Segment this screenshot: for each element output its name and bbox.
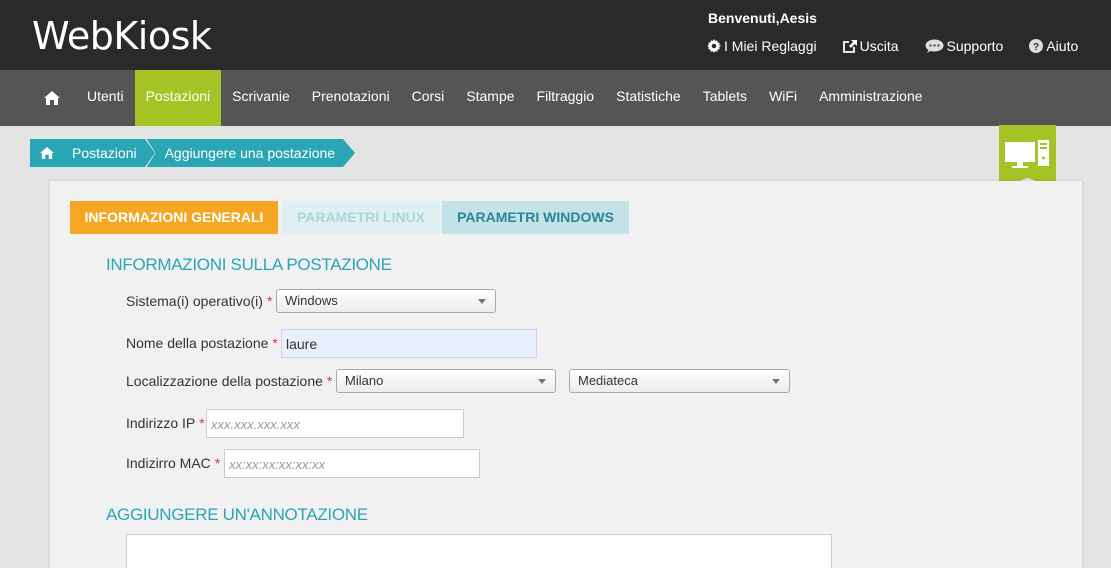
ip-address-input[interactable] [206,409,464,438]
required-marker: * [266,293,273,309]
tab-windows[interactable]: PARAMETRI WINDOWS [442,201,629,234]
name-label: Nome della postazione [126,335,269,351]
tab-general[interactable]: INFORMAZIONI GENERALI [70,201,278,234]
settings-link[interactable]: I Miei Reglaggi [707,38,817,54]
breadcrumb-parent[interactable]: Postazioni [30,139,145,167]
home-icon [44,91,60,105]
help-label: Aiuto [1046,38,1079,54]
user-links: I Miei Reglaggi Uscita Supporto ? Aiuto [707,38,1078,54]
workstation-name-input[interactable] [281,329,537,358]
ip-label: Indirizzo IP [126,415,196,431]
annotation-textarea[interactable] [126,534,832,568]
home-icon [40,147,54,159]
welcome-text: Benvenuti,Aesis [708,10,817,26]
breadcrumb: Postazioni Aggiungere una postazione [30,139,356,167]
question-icon: ? [1029,39,1044,53]
location-label: Localizzazione della postazione [126,373,323,389]
main-nav: Utenti Postazioni Scrivanie Prenotazioni… [0,70,1111,126]
mac-label: Indizirro MAC [126,455,211,471]
nav-home[interactable] [0,70,76,126]
chevron-down-icon [478,299,486,304]
nav-item-statistiche[interactable]: Statistiche [605,70,692,126]
nav-item-utenti[interactable]: Utenti [76,70,135,126]
location-city-select[interactable]: Milano [336,369,556,393]
logo[interactable]: WebKiosk [32,14,212,58]
workstation-badge [999,125,1056,188]
location-place-value: Mediateca [578,373,638,388]
computer-icon [1005,140,1049,168]
location-city-value: Milano [345,373,384,388]
settings-label: I Miei Reglaggi [724,38,817,54]
ip-label-wrap: Indirizzo IP * [126,415,205,431]
mac-label-wrap: Indizirro MAC * [126,455,220,471]
form-panel: INFORMAZIONI GENERALI PARAMETRI LINUX PA… [50,181,1082,568]
os-label-wrap: Sistema(i) operativo(i) * [126,293,272,309]
chevron-down-icon [772,379,780,384]
svg-text:?: ? [1033,42,1039,53]
nav-item-tablets[interactable]: Tablets [692,70,758,126]
location-place-select[interactable]: Mediateca [569,369,790,393]
chat-bubble-icon [925,39,944,53]
nav-item-prenotazioni[interactable]: Prenotazioni [301,70,401,126]
required-marker: * [272,335,278,351]
breadcrumb-current: Aggiungere una postazione [146,139,344,167]
nav-item-filtraggio[interactable]: Filtraggio [526,70,606,126]
workstation-info-title: INFORMAZIONI SULLA POSTAZIONE [106,255,392,274]
external-link-icon [842,39,857,53]
breadcrumb-tip [343,139,356,167]
tab-linux[interactable]: PARAMETRI LINUX [282,201,440,234]
annotation-title: AGGIUNGERE UN'ANNOTAZIONE [106,505,368,524]
nav-item-postazioni[interactable]: Postazioni [134,70,222,126]
exit-label: Uscita [859,38,899,54]
name-label-wrap: Nome della postazione * [126,335,278,351]
breadcrumb-parent-label: Postazioni [72,145,137,161]
breadcrumb-current-label: Aggiungere una postazione [164,145,336,161]
chevron-down-icon [538,379,546,384]
nav-item-corsi[interactable]: Corsi [401,70,456,126]
nav-item-scrivanie[interactable]: Scrivanie [221,70,301,126]
nav-item-wifi[interactable]: WiFi [758,70,808,126]
nav-item-amministrazione[interactable]: Amministrazione [808,70,933,126]
required-marker: * [199,415,205,431]
os-select[interactable]: Windows [276,289,496,313]
help-link[interactable]: ? Aiuto [1029,38,1078,54]
nav-item-stampe[interactable]: Stampe [455,70,525,126]
support-label: Supporto [946,38,1004,54]
os-select-value: Windows [285,293,338,308]
mac-address-input[interactable] [224,449,480,478]
os-label: Sistema(i) operativo(i) [126,293,263,309]
required-marker: * [326,373,333,389]
location-label-wrap: Localizzazione della postazione * [126,373,332,389]
required-marker: * [214,455,221,471]
gear-icon [707,39,721,53]
top-header: WebKiosk Benvenuti,Aesis I Miei Reglaggi… [0,0,1111,70]
exit-link[interactable]: Uscita [842,38,899,54]
support-link[interactable]: Supporto [925,38,1004,54]
